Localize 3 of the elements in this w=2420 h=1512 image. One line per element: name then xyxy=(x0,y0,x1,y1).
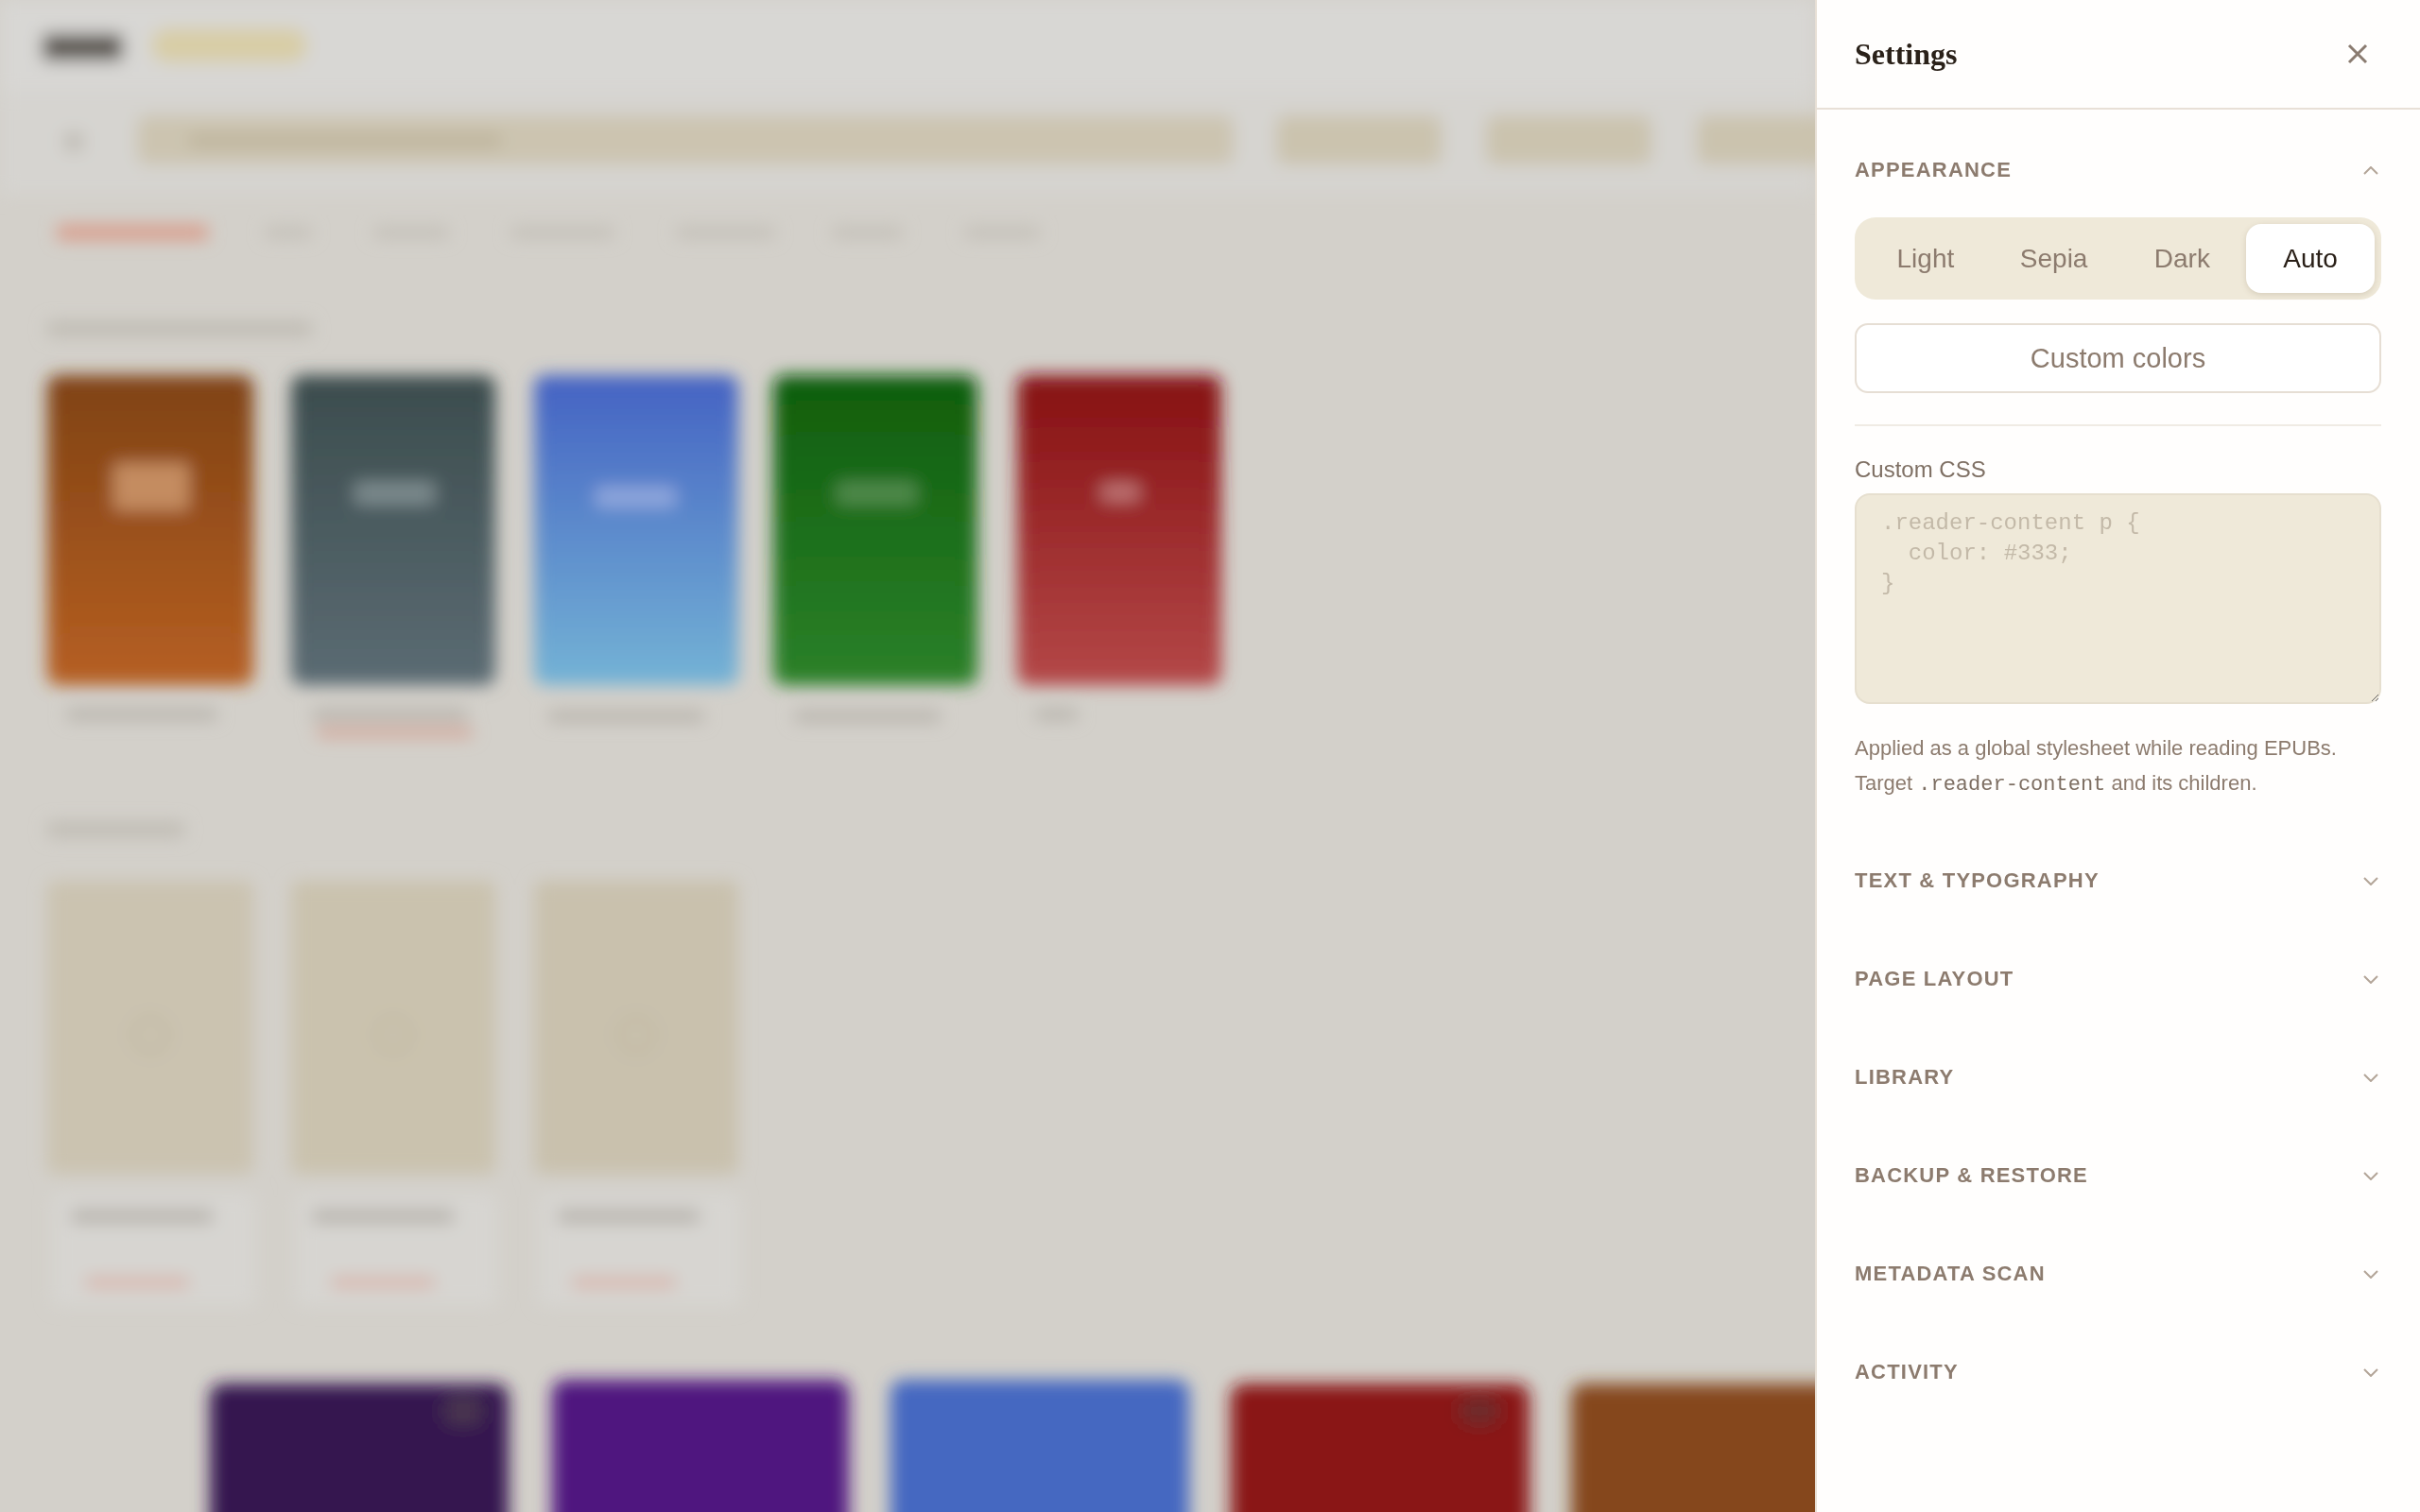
field-label: Custom CSS xyxy=(1855,455,1987,484)
help-text: Applied as a global stylesheet while reading EPUBs. Target .reader-content and its children. xyxy=(1855,735,2338,799)
panel-title: Settings xyxy=(1855,36,1958,73)
